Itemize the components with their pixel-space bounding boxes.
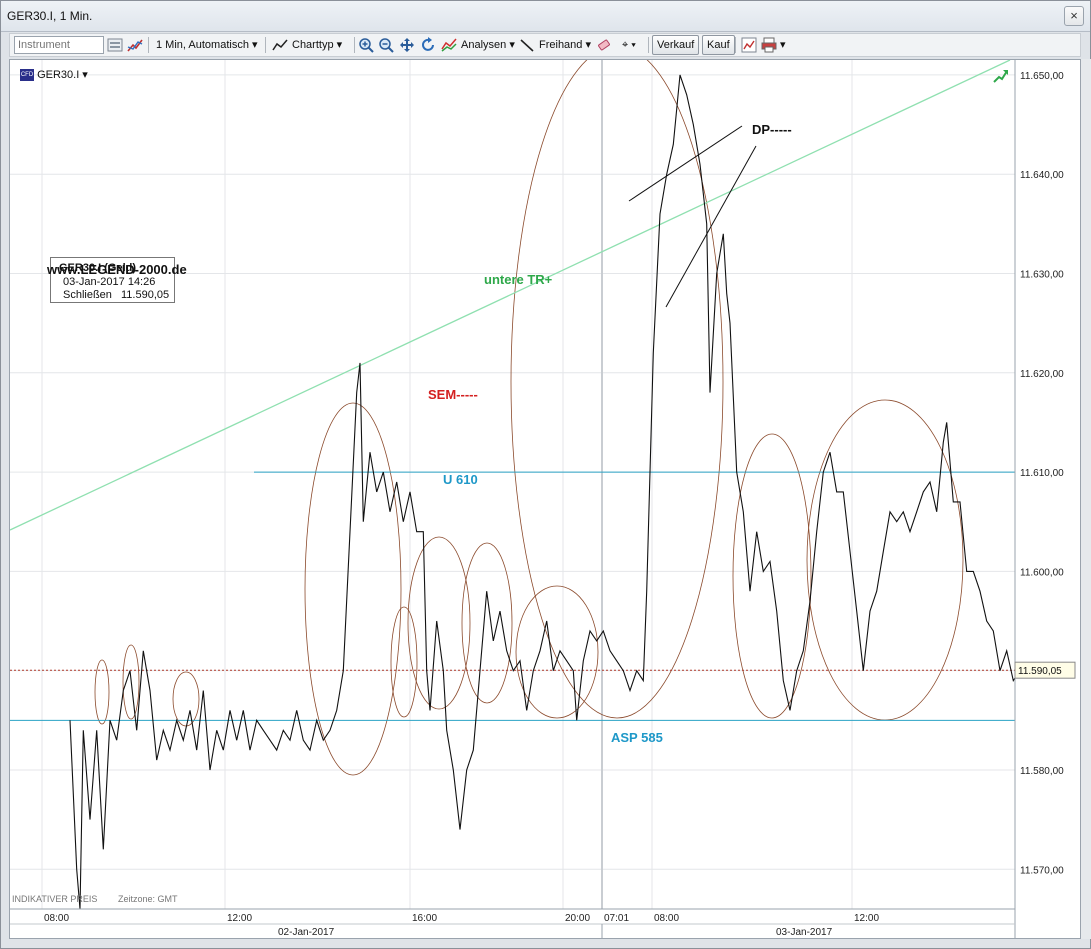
annotation-ellipse	[461, 542, 513, 704]
freihand-label: Freihand	[539, 39, 583, 51]
annotation-ellipse	[94, 659, 110, 725]
symbol-label: GER30.I	[37, 69, 80, 81]
y-tick-label: 11.570,00	[1020, 865, 1064, 876]
chart-area[interactable]: 11.570,0011.580,0011.590,0011.600,0011.6…	[9, 59, 1081, 939]
footer-indikativ: INDIKATIVER PREIS	[12, 894, 98, 904]
y-tick-label: 11.630,00	[1020, 269, 1064, 280]
symbol-badge-icon: CFD	[20, 69, 34, 82]
live-indicator-icon	[993, 68, 1009, 89]
dp-pointer-line	[628, 125, 743, 202]
y-tick-label: 11.640,00	[1020, 170, 1064, 181]
price-series	[69, 74, 1021, 910]
x-tick-label: 08:00	[654, 913, 679, 924]
toolbar: 1 Min, Automatisch ▾ Charttyp ▾ Analysen…	[9, 33, 1081, 57]
x-date-label: 03-Jan-2017	[776, 927, 833, 938]
y-tick-label: 11.650,00	[1020, 71, 1064, 82]
x-tick-label: 08:00	[44, 913, 69, 924]
x-tick-label: 20:00	[565, 913, 590, 924]
zoom-out-icon[interactable]	[378, 37, 394, 53]
annotation-ellipse	[510, 60, 724, 719]
annotation-ellipse	[172, 671, 200, 727]
x-tick-label: 16:00	[412, 913, 437, 924]
price-line	[69, 74, 1021, 910]
title-bar: GER30.I, 1 Min. ×	[1, 1, 1090, 32]
sem-label: SEM-----	[428, 387, 478, 402]
charttype-label: Charttyp	[292, 39, 334, 51]
print-dropdown[interactable]: ▾	[761, 34, 786, 56]
charttype-dropdown[interactable]: Charttyp ▾	[292, 34, 342, 56]
pan-icon[interactable]	[399, 37, 415, 53]
sell-button[interactable]: Verkauf	[652, 35, 700, 55]
price-chart[interactable]: 11.570,0011.580,0011.590,0011.600,0011.6…	[10, 60, 1080, 938]
u610-label: U 610	[443, 472, 478, 487]
annotation-ellipse	[390, 606, 418, 718]
y-tick-label: 11.600,00	[1020, 567, 1064, 578]
print-icon	[761, 37, 777, 53]
close-button[interactable]: ×	[1064, 6, 1084, 26]
analysen-dropdown[interactable]: Analysen ▾	[461, 34, 515, 56]
info-datetime: 03-Jan-2017 14:26	[63, 276, 156, 288]
instrument-input[interactable]	[14, 36, 104, 54]
new-chart-icon[interactable]	[741, 37, 757, 53]
zoom-in-icon[interactable]	[358, 37, 374, 53]
crosshair-dropdown[interactable]: ⌖ ▾	[622, 34, 636, 56]
crosshair-icon: ⌖	[622, 39, 629, 51]
grid	[10, 60, 1015, 909]
info-close-value: 11.590,05	[121, 289, 170, 301]
chart-window: GER30.I, 1 Min. × 1 Min, Automatisch ▾ C…	[0, 0, 1091, 949]
footer-zeitzone: Zeitzone: GMT	[118, 894, 178, 904]
y-tick-label: 11.610,00	[1020, 468, 1064, 479]
asp585-label: ASP 585	[611, 730, 663, 745]
eraser-icon[interactable]	[596, 37, 612, 53]
dp-label: DP-----	[752, 122, 792, 137]
x-date-label: 02-Jan-2017	[278, 927, 335, 938]
freehand-line-icon	[519, 37, 535, 53]
trendline-label: untere TR+	[484, 272, 553, 287]
axes: 11.570,0011.580,0011.590,0011.600,0011.6…	[10, 60, 1076, 938]
symbol-selector[interactable]: CFD GER30.I ▾	[20, 68, 88, 82]
refresh-icon[interactable]	[420, 37, 436, 53]
annotation-ellipse	[806, 399, 964, 721]
interval-dropdown[interactable]: 1 Min, Automatisch ▾	[156, 34, 258, 56]
y-tick-label: 11.580,00	[1020, 766, 1064, 777]
dp-pointer-line	[665, 145, 757, 308]
y-tick-label: 11.620,00	[1020, 369, 1064, 380]
annotation-ellipse	[407, 536, 471, 710]
info-close-label: Schließen	[63, 289, 112, 301]
freihand-dropdown[interactable]: Freihand ▾	[539, 34, 591, 56]
analysen-label: Analysen	[461, 39, 507, 51]
instrument-picker-icon[interactable]	[107, 37, 123, 53]
line-chart-icon	[272, 37, 288, 53]
buy-button[interactable]: Kauf	[702, 35, 735, 55]
current-price-label: 11.590,05	[1018, 666, 1062, 677]
analysis-icon	[441, 37, 457, 53]
x-tick-label: 12:00	[854, 913, 879, 924]
right-scroll-strip[interactable]	[1081, 59, 1091, 939]
watermark: www.LEGEND-2000.de	[47, 262, 187, 277]
interval-label: 1 Min, Automatisch	[156, 39, 249, 51]
window-title: GER30.I, 1 Min.	[7, 9, 93, 23]
compare-icon[interactable]	[127, 37, 143, 53]
x-tick-label: 12:00	[227, 913, 252, 924]
x-tick-label: 07:01	[604, 913, 629, 924]
level-lines	[10, 60, 1015, 721]
